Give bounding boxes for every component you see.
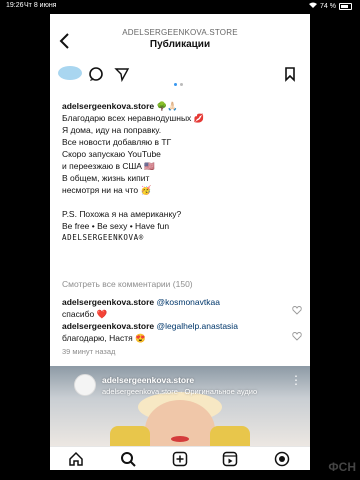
carousel-dots [174,73,186,91]
caption-signature: ADELSERGEENKOVA® [62,233,144,242]
battery-icon [339,2,352,10]
caption-username-emoji: 🌳🙏🏻 [156,101,178,111]
status-bar: 19:26 Чт 8 июня 74 % [0,0,360,12]
add-icon[interactable] [172,451,188,467]
post-timestamp: 39 минут назад [62,347,116,356]
watermark: ФСН [328,460,356,474]
caption-line: и переезжаю в США 🇺🇸 [62,161,155,171]
home-icon[interactable] [68,451,84,467]
search-icon[interactable] [120,451,136,467]
caption-line: Благодарю всех неравнодушных 💋 [62,113,205,123]
caption-line: В общем, жизнь кипит [62,173,150,183]
caption-line: Все новости добавляю в ТГ [62,137,172,147]
comment-username[interactable]: adelsergeenkova.store [62,297,154,307]
next-post-audio[interactable]: adelsergeenkova.store · Оригинальное ауд… [102,387,257,396]
next-post-preview[interactable]: adelsergeenkova.store adelsergeenkova.st… [50,366,310,446]
carousel-dot [180,83,183,86]
heart-icon[interactable] [58,66,74,82]
reels-icon[interactable] [222,451,238,467]
next-post-image-jacket [110,426,150,446]
next-post-username[interactable]: adelsergeenkova.store [102,375,194,385]
app-screen: ADELSERGEENKOVA.STORE Публикации adelser… [50,14,310,470]
carousel-dot-active [174,83,177,86]
status-time: 19:26 [6,2,24,9]
share-icon[interactable] [114,66,130,83]
comment-icon[interactable] [88,66,104,82]
bookmark-icon[interactable] [282,66,298,82]
caption-ps-line: P.S. Похожа я на американку? [62,209,182,219]
comment-mention[interactable]: @legalhelp.anastasia [157,321,238,331]
page-title: Публикации [149,39,211,50]
comment-like-heart-icon[interactable] [292,302,302,315]
status-date: Чт 8 июня [24,2,57,9]
battery-percent: 74 % [320,2,336,10]
profile-icon[interactable] [274,451,290,467]
caption-line: Скоро запускаю YouTube [62,149,161,159]
comment-item: adelsergeenkova.store @legalhelp.anastas… [62,320,292,344]
comment-mention[interactable]: @kosmonavtkaa [157,297,220,307]
comment-username[interactable]: adelsergeenkova.store [62,321,154,331]
caption-line: Я дома, иду на поправку. [62,125,162,135]
avatar[interactable] [74,374,96,396]
caption-username[interactable]: adelsergeenkova.store [62,101,154,111]
comment-text: благодарю, Настя 😍 [62,333,146,343]
wifi-icon [309,2,318,10]
comment-item: adelsergeenkova.store @kosmonavtkaa спас… [62,296,292,320]
comment-like-heart-icon[interactable] [292,328,302,341]
header: ADELSERGEENKOVA.STORE Публикации [50,24,310,60]
caption-ps-line: Be free • Be sexy • Have fun [62,221,170,231]
bottom-nav [50,446,310,470]
more-options-icon[interactable]: ⋮ [290,374,302,386]
post-actions [50,62,310,86]
next-post-image-lips [171,436,189,442]
view-all-comments-link[interactable]: Смотреть все комментарии (150) [62,279,193,289]
post-caption: adelsergeenkova.store 🌳🙏🏻 Благодарю всех… [62,100,302,244]
caption-line: несмотря ни на что 🥳 [62,185,152,195]
next-post-image-jacket [210,426,250,446]
header-username: ADELSERGEENKOVA.STORE [122,28,238,37]
comment-text: спасибо ❤️ [62,309,108,319]
